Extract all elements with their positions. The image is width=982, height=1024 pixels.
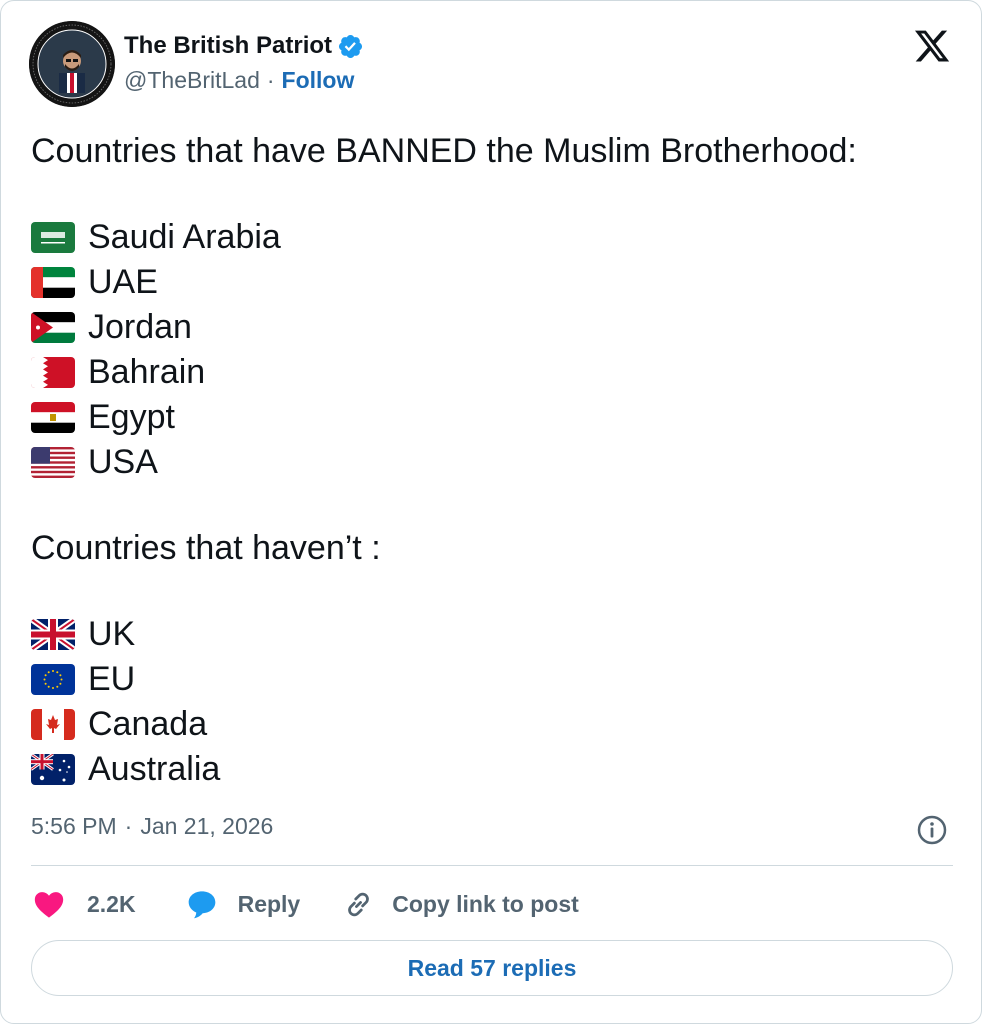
list-item: Australia [31,747,951,792]
country-label: UAE [88,263,158,301]
read-replies-button[interactable]: Read 57 replies [31,940,953,996]
post-time[interactable]: 5:56 PM [31,813,117,840]
bahrain-flag [31,357,75,388]
list-item: Bahrain [31,350,951,395]
country-label: UK [88,615,136,653]
eu-flag [31,664,75,695]
uae-flag [31,267,75,298]
uk-flag [31,619,75,650]
tweet-text: Countries that have BANNED the Muslim Br… [31,129,951,792]
tweet-card: The British Patriot @TheBritLad · Follow… [0,0,982,1024]
list-item: Canada [31,702,951,747]
post-timestamp[interactable]: 5:56 PM · Jan 21, 2026 [31,813,273,840]
second-intro-line: Countries that haven’t : [31,529,381,567]
country-label: Bahrain [88,353,206,391]
separator-dot: · [266,67,275,93]
author-name[interactable]: The British Patriot [124,32,332,60]
jordan-flag [31,312,75,343]
reply-label: Reply [237,890,301,917]
copy-link-label: Copy link to post [392,890,579,917]
heart-icon [34,892,64,918]
country-label: EU [88,660,136,698]
country-label: Canada [88,705,208,743]
country-label: Jordan [88,308,192,346]
verified-badge-icon [337,33,364,60]
separator-dot: · [124,813,133,839]
list-item: UK [31,612,951,657]
egypt-flag [31,402,75,433]
australia-flag [31,754,75,785]
country-label: USA [88,443,158,481]
intro-line: Countries that have BANNED the Muslim Br… [31,132,857,170]
canada-flag [31,709,75,740]
avatar[interactable] [29,21,115,107]
info-icon[interactable] [916,814,948,846]
like-count: 2.2K [87,890,136,917]
avatar-image [29,21,115,107]
follow-link[interactable]: Follow [282,67,355,94]
reply-bubble-icon [188,891,215,919]
list-item: Jordan [31,305,951,350]
list-item: EU [31,657,951,702]
x-logo-icon[interactable] [912,27,952,65]
copy-link-button[interactable]: Copy link to post [342,888,579,921]
divider [31,865,953,866]
post-date[interactable]: Jan 21, 2026 [140,813,273,840]
country-label: Egypt [88,398,175,436]
country-label: Australia [88,750,221,788]
like-button[interactable]: 2.2K [31,887,136,921]
author-name-row: The British Patriot [124,31,364,61]
list-item: USA [31,440,951,485]
action-bar: 2.2K Reply Copy link to post [31,881,579,927]
list-item: Saudi Arabia [31,215,951,260]
list-item: UAE [31,260,951,305]
list-item: Egypt [31,395,951,440]
reply-button[interactable]: Reply [185,888,301,920]
usa-flag [31,447,75,478]
author-handle[interactable]: @TheBritLad [124,67,260,94]
handle-row: @TheBritLad · Follow [124,67,354,94]
link-icon [348,892,370,916]
saudi-arabia-flag [31,222,75,253]
country-label: Saudi Arabia [88,218,281,256]
